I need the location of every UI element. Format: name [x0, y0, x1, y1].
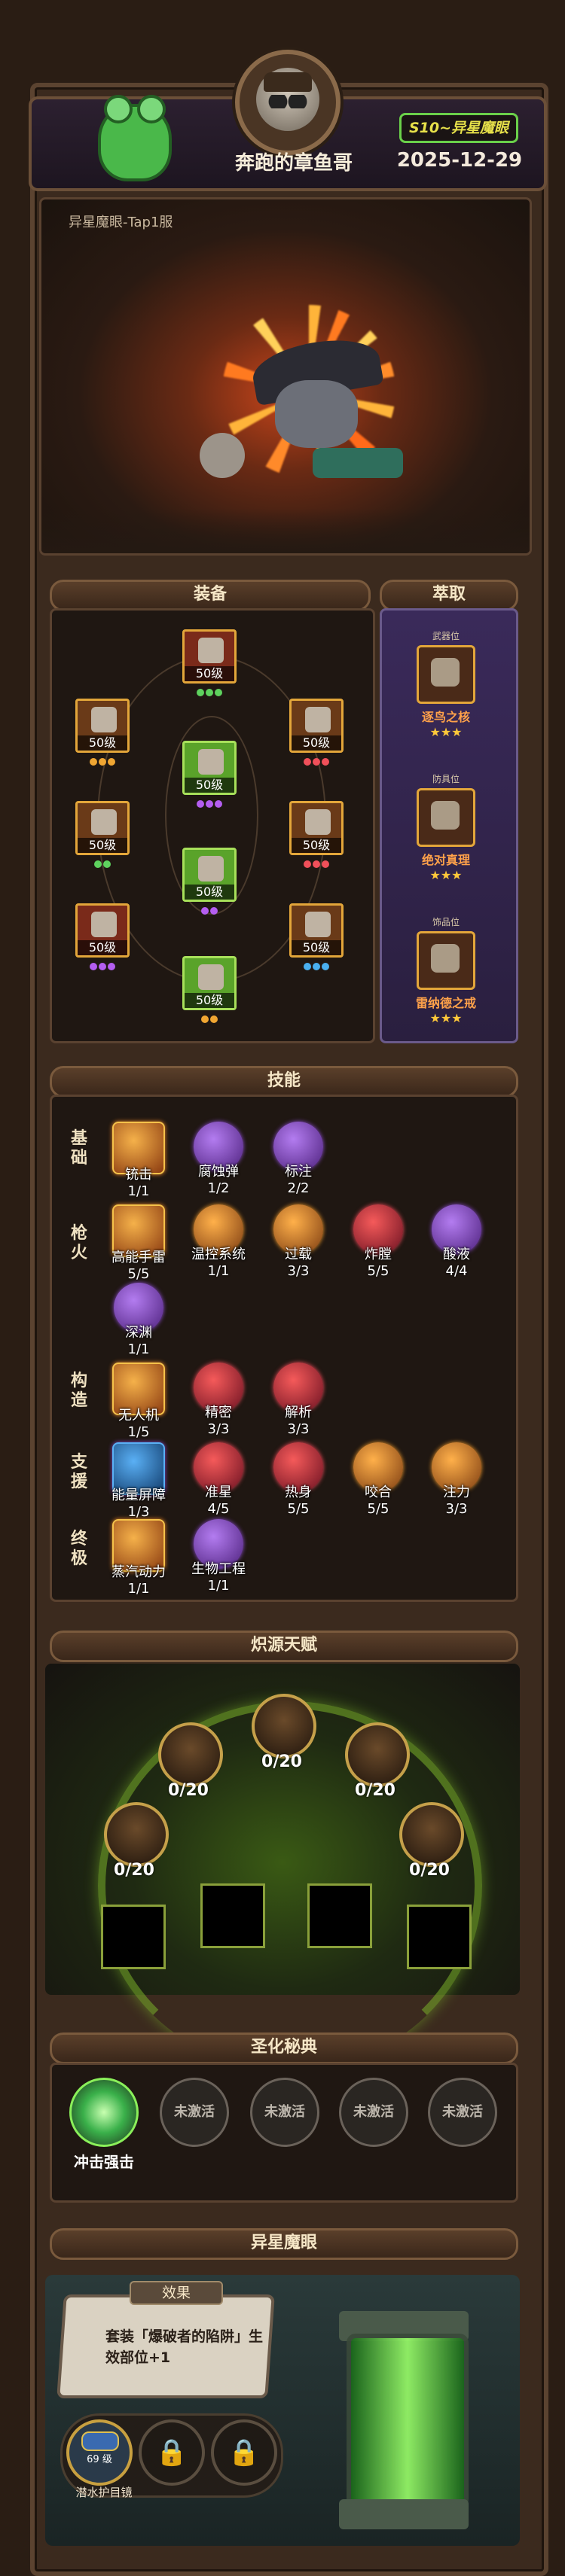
talent-node-left[interactable]: 0/20 — [104, 1802, 169, 1885]
equip-slot-right-3[interactable]: 50级 — [289, 903, 344, 958]
skill-item[interactable]: 过载 3/3 — [268, 1204, 328, 1279]
date-label: 2025-12-29 — [396, 149, 523, 172]
avatar[interactable] — [235, 50, 341, 155]
skill-item[interactable]: 深渊 1/1 — [108, 1283, 169, 1357]
talent-slot[interactable] — [407, 1905, 472, 1969]
season-badge: S10~异星魔眼 — [399, 113, 518, 143]
hero-server-label: 异星魔眼-Tap1服 — [69, 215, 173, 230]
skill-item[interactable]: 标注 2/2 — [268, 1122, 328, 1196]
skill-item[interactable]: 蒸汽动力 1/1 — [108, 1519, 169, 1597]
skill-item[interactable]: 酸液 4/4 — [426, 1204, 487, 1279]
holy-title: 圣化秘典 — [50, 2032, 518, 2064]
skill-row-label: 构造 — [70, 1372, 87, 1410]
skill-row-label: 枪火 — [70, 1224, 87, 1262]
skill-item[interactable]: 生物工程 1/1 — [188, 1519, 249, 1594]
holy-node[interactable]: 未激活 — [158, 2078, 231, 2147]
skill-item[interactable]: 咬合 5/5 — [348, 1442, 408, 1517]
skill-item[interactable]: 铳击 1/1 — [108, 1122, 169, 1199]
skill-item[interactable]: 无人机 1/5 — [108, 1363, 169, 1440]
hero-character — [200, 331, 403, 493]
talent-slot[interactable] — [200, 1883, 265, 1948]
equipment-title: 装备 — [50, 580, 371, 611]
talent-title: 炽源天赋 — [50, 1631, 518, 1662]
talent-node-upper-left[interactable]: 0/20 — [158, 1722, 223, 1805]
skill-item[interactable]: 能量屏障 1/3 — [108, 1442, 169, 1520]
skill-item[interactable]: 注力 3/3 — [426, 1442, 487, 1517]
lock-icon: 🔒 — [155, 2437, 188, 2468]
equip-slot-center-3[interactable]: 50级 — [182, 956, 237, 1010]
module-slot-locked[interactable]: 🔒 — [139, 2419, 205, 2486]
hero-showcase: 异星魔眼-Tap1服 — [39, 197, 532, 556]
holy-node[interactable]: 未激活 — [249, 2078, 321, 2147]
module-slot-goggles[interactable]: 69 级 — [66, 2419, 133, 2486]
equip-slot-center-2[interactable]: 50级 — [182, 848, 237, 902]
skill-item[interactable]: 腐蚀弹 1/2 — [188, 1122, 249, 1196]
skill-row-label: 终极 — [70, 1530, 87, 1568]
frog-mascot-icon — [90, 81, 173, 181]
skills-title: 技能 — [50, 1066, 518, 1098]
extract-item-weapon[interactable]: 武器位 逐鸟之核 ★★★ — [401, 629, 491, 742]
equip-slot-left-3[interactable]: 50级 — [75, 903, 130, 958]
effect-title: 效果 — [130, 2281, 223, 2305]
alien-tube — [331, 2296, 479, 2537]
equip-slot-left-1[interactable]: 50级 — [75, 699, 130, 753]
lock-icon: 🔒 — [228, 2437, 261, 2468]
talent-slot[interactable] — [101, 1905, 166, 1969]
skill-item[interactable]: 准星 4/5 — [188, 1442, 249, 1517]
equip-slot-top[interactable]: 50级 — [182, 629, 237, 684]
module-slot-locked[interactable]: 🔒 — [211, 2419, 277, 2486]
holy-node[interactable]: 未激活 — [426, 2078, 499, 2147]
skill-item[interactable]: 热身 5/5 — [268, 1442, 328, 1517]
extract-item-armor[interactable]: 防具位 绝对真理 ★★★ — [401, 772, 491, 885]
goggles-icon — [81, 2431, 119, 2451]
skill-item[interactable]: 精密 3/3 — [188, 1363, 249, 1437]
equip-slot-center-1[interactable]: 50级 — [182, 741, 237, 795]
holy-node[interactable]: 未激活 — [337, 2078, 410, 2147]
talent-slot[interactable] — [307, 1883, 372, 1948]
talent-node-upper-right[interactable]: 0/20 — [345, 1722, 410, 1805]
effect-text: 套装「爆破者的陷阱」生效部位+1 — [105, 2328, 264, 2366]
equip-slot-right-1[interactable]: 50级 — [289, 699, 344, 753]
skill-item[interactable]: 温控系统 1/1 — [188, 1204, 249, 1279]
talent-node-top[interactable]: 0/20 — [252, 1694, 316, 1777]
extract-title: 萃取 — [380, 580, 518, 611]
equip-slot-right-2[interactable]: 50级 — [289, 801, 344, 855]
skill-item[interactable]: 解析 3/3 — [268, 1363, 328, 1437]
holy-node-active[interactable]: 冲击强击 — [68, 2078, 140, 2172]
player-name: 奔跑的章鱼哥 — [234, 152, 353, 175]
skill-row-label: 支援 — [70, 1453, 87, 1491]
talent-node-right[interactable]: 0/20 — [399, 1802, 464, 1885]
equip-slot-left-2[interactable]: 50级 — [75, 801, 130, 855]
extract-item-accessory[interactable]: 饰品位 雷纳德之戒 ★★★ — [401, 915, 491, 1028]
skill-item[interactable]: 炸膛 5/5 — [348, 1204, 408, 1279]
alien-eye-title: 异星魔眼 — [50, 2228, 518, 2260]
skill-row-label: 基础 — [70, 1129, 87, 1168]
skill-item[interactable]: 高能手雷 5/5 — [108, 1204, 169, 1282]
goggles-name: 潜水护目镜 — [75, 2486, 133, 2499]
